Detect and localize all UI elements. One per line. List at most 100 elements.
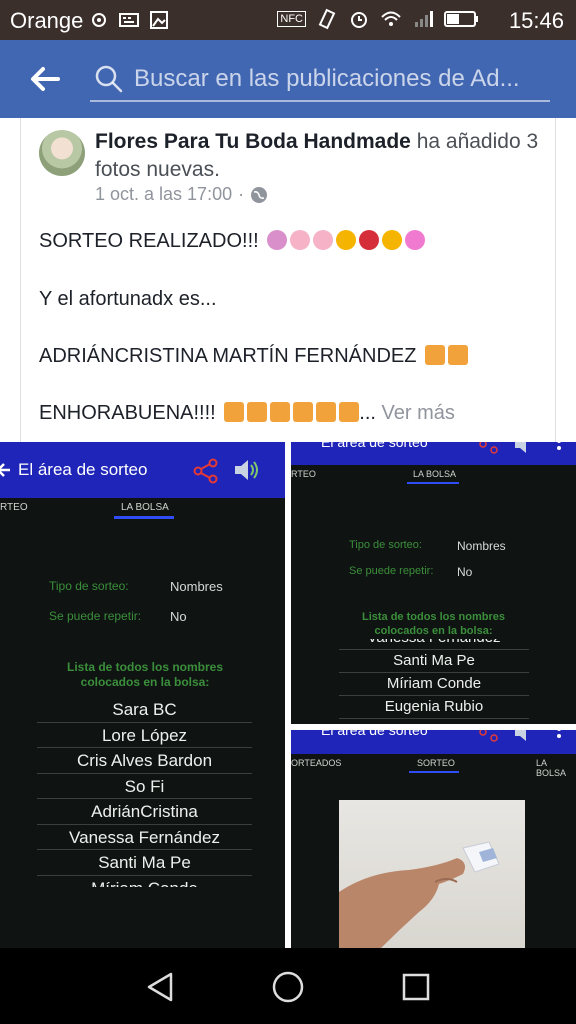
volume-icon [515, 442, 526, 453]
photo-app-title: El área de sorteo [321, 442, 428, 450]
tab-indicator [114, 516, 174, 519]
list-heading-line-2: colocados en la bolsa: [374, 625, 493, 637]
back-triangle-icon[interactable] [143, 970, 177, 1004]
repeat-row: Se puede repetir: No [49, 609, 187, 624]
sunflower-emoji-icon [336, 230, 357, 250]
more-options-icon [557, 730, 561, 738]
blossom-emoji-icon [313, 230, 334, 250]
post-text-line-2: Y el afortunadx es... [39, 288, 217, 310]
tab-sorteo: RTEO [0, 502, 28, 513]
party-popper-emoji-icon [293, 402, 314, 422]
photo-app-title: El área de sorteo [321, 730, 428, 738]
repeat-label: Se puede repetir: [349, 565, 434, 577]
bag-photo [339, 800, 525, 948]
app-bar [0, 40, 576, 118]
photo-1[interactable]: El área de sorteo RTEO LA BOLSA Tipo de … [0, 442, 285, 948]
list-item: Vanessa Fernández [339, 639, 529, 650]
author-name[interactable]: Flores Para Tu Boda Handmade [95, 130, 411, 153]
post-text-line-1: SORTEO REALIZADO!!! [39, 230, 426, 253]
type-row: Tipo de sorteo: Nombres [349, 539, 506, 553]
blossom-emoji-icon [290, 230, 311, 250]
list-item: Lore López [37, 723, 252, 748]
party-popper-emoji-icon [425, 345, 446, 365]
tab-indicator [407, 482, 459, 484]
recents-square-icon[interactable] [399, 970, 433, 1004]
avatar[interactable] [39, 130, 85, 176]
volume-icon [515, 730, 526, 741]
names-list: Sara BC Lore López Cris Alves Bardon So … [37, 697, 252, 887]
share-icon [479, 442, 498, 454]
tulip-emoji-icon [267, 230, 288, 250]
photo-app-bar: El área de sorteo [0, 442, 285, 498]
post-timestamp[interactable]: 1 oct. a las 17:00 [95, 184, 232, 205]
clock: 15:46 [508, 8, 564, 33]
tab-indicator [409, 771, 459, 773]
repeat-value: No [457, 565, 473, 579]
see-more-link[interactable]: Ver más [382, 402, 455, 424]
post-header: Flores Para Tu Boda Handmade ha añadido … [95, 128, 545, 184]
party-popper-emoji-icon [247, 402, 268, 422]
nfc-icon: NFC [277, 11, 306, 27]
share-icon [479, 730, 498, 742]
more-options-icon [557, 442, 561, 450]
back-arrow-icon[interactable] [28, 62, 62, 96]
list-heading: Lista de todos los nombres colocados en … [40, 660, 250, 690]
party-popper-emoji-icon [448, 345, 469, 365]
share-icon [193, 458, 218, 484]
rose-emoji-icon [359, 230, 380, 250]
signal-icon [415, 11, 433, 27]
tab-sorteo: RTEO [291, 469, 316, 479]
ellipsis: ... [359, 402, 376, 424]
search-input[interactable] [134, 60, 544, 98]
tab-sorteo: SORTEO [417, 758, 455, 768]
status-bar: Orange NFC 15:46 [0, 0, 576, 40]
repeat-label: Se puede repetir: [49, 609, 142, 623]
list-item: Sara BC [37, 697, 252, 723]
wifi-icon [381, 11, 401, 26]
list-item: Vanessa Fernández [37, 825, 252, 850]
volume-icon [235, 460, 258, 480]
battery-icon [444, 11, 478, 27]
vibrate-icon [318, 8, 336, 30]
list-item: Santi Ma Pe [37, 850, 252, 876]
tab-la-bolsa: LA BOLSA [536, 758, 567, 778]
list-item: Santi Ma Pe [339, 650, 529, 673]
photo-2[interactable]: El área de sorteo RTEO LA BOLSA Tipo de … [291, 442, 576, 724]
alarm-icon [351, 12, 367, 28]
post-card: Flores Para Tu Boda Handmade ha añadido … [20, 118, 556, 444]
tab-la-bolsa: LA BOLSA [413, 469, 457, 479]
search-icon [95, 65, 123, 93]
post-line-text: SORTEO REALIZADO!!! [39, 230, 259, 252]
list-heading-line-2: colocados en la bolsa: [80, 675, 210, 689]
back-arrow-icon [0, 463, 10, 477]
home-circle-icon[interactable] [271, 970, 305, 1004]
type-label: Tipo de sorteo: [49, 579, 129, 593]
list-heading: Lista de todos los nombres colocados en … [341, 610, 526, 638]
list-item: Míriam Conde [339, 673, 529, 696]
post-text-line-3: ADRIÁNCRISTINA MARTÍN FERNÁNDEZ [39, 345, 469, 368]
globe-icon [251, 186, 268, 203]
photo-app-title: El área de sorteo [18, 460, 148, 479]
repeat-row: Se puede repetir: No [349, 565, 472, 579]
type-label: Tipo de sorteo: [349, 539, 422, 551]
flower-emoji-icon [405, 230, 426, 250]
list-item: Míriam Conde [37, 876, 252, 888]
type-value: Nombres [457, 539, 506, 553]
party-popper-emoji-icon [339, 402, 360, 422]
photo-grid: El área de sorteo RTEO LA BOLSA Tipo de … [0, 442, 576, 948]
photo-3[interactable]: El área de sorteo ORTEADOS SORTEO LA BOL… [291, 730, 576, 948]
carrier-name: Orange [10, 8, 84, 33]
party-popper-emoji-icon [224, 402, 245, 422]
type-value: Nombres [170, 579, 223, 594]
party-popper-emoji-icon [316, 402, 337, 422]
search-bar[interactable] [90, 58, 550, 102]
sunflower-emoji-icon [382, 230, 403, 250]
keyboard-icon [119, 13, 139, 27]
post-text-line-4: ENHORABUENA!!!! ... Ver más [39, 402, 455, 425]
camera-icon [92, 13, 106, 27]
list-item: Cris Alves Bardon [37, 748, 252, 774]
navigation-bar [0, 948, 576, 1024]
list-heading-line-1: Lista de todos los nombres [66, 660, 224, 674]
image-icon [150, 11, 168, 29]
names-list: Vanessa Fernández Santi Ma Pe Míriam Con… [339, 639, 529, 724]
